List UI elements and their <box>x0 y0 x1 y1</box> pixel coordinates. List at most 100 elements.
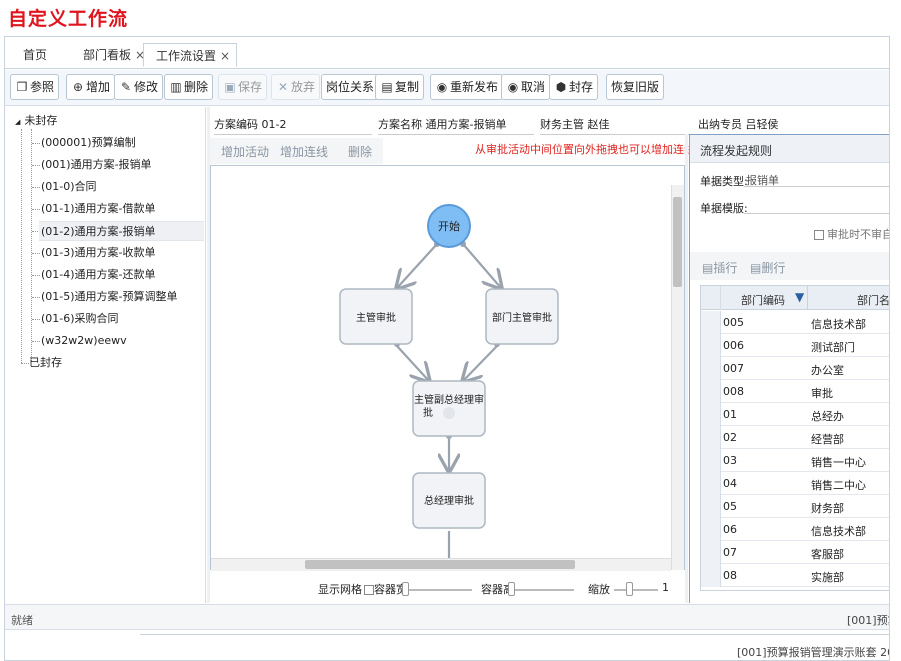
grid-toolbar: ▤插行 ▤删行 <box>690 252 889 280</box>
column-header-dept-name[interactable]: 部门名称 <box>857 292 889 308</box>
table-row[interactable]: 06 信息技术部 <box>701 518 889 541</box>
node-label: 总经理审批 <box>424 494 474 507</box>
start-node[interactable]: 开始 <box>427 204 471 248</box>
tree-item[interactable]: (000001)预算编制 <box>41 133 136 153</box>
tree-item[interactable]: (01-5)通用方案-预算调整单 <box>41 287 178 307</box>
tree-connector <box>32 297 40 298</box>
table-row[interactable]: 05 财务部 <box>701 495 889 518</box>
toolbar-button-9[interactable]: ◉ 取消 <box>501 74 551 100</box>
flow-edge[interactable] <box>463 345 498 381</box>
insert-row-button[interactable]: ▤插行 <box>702 259 737 276</box>
toolbar-button-8[interactable]: ◉ 重新发布 <box>430 74 504 100</box>
archive-icon: ⬢ <box>555 80 567 94</box>
node-label: 主管审批 <box>356 311 396 324</box>
approval-node-a[interactable]: 主管审批 <box>339 288 413 345</box>
toolbar-button-2[interactable]: ✎ 修改 <box>114 74 164 100</box>
delete-row-button[interactable]: ▤删行 <box>750 259 785 276</box>
show-grid-checkbox[interactable] <box>364 585 374 595</box>
show-grid-toggle[interactable]: 显示网格 <box>318 581 374 597</box>
status-bar: 就绪 [001]预算 <box>5 604 889 630</box>
finance-head: 财务主管 赵佳 <box>540 116 690 135</box>
tree-node-sealed[interactable]: 已封存 <box>29 353 62 373</box>
approval-node-c[interactable]: 主管副总经理审批 <box>412 380 486 437</box>
doc-template-field[interactable] <box>744 196 889 214</box>
tree-item[interactable]: (001)通用方案-报销单 <box>41 155 152 175</box>
table-row[interactable]: 04 销售二中心 <box>701 472 889 495</box>
column-header-dept-code[interactable]: 部门编码 <box>741 292 785 308</box>
tree-item[interactable]: (01-6)采购合同 <box>41 309 119 329</box>
container-width-slider[interactable] <box>402 589 472 591</box>
doc-type-label: 单据类型: <box>700 175 748 188</box>
tab-home[interactable]: 首页 <box>21 45 49 69</box>
toolbar-button-1[interactable]: ⊕ 增加 <box>66 74 116 100</box>
cell-dept-name: 测试部门 <box>811 341 855 354</box>
toolbar-button-11[interactable]: 恢复旧版 <box>606 74 665 100</box>
row-number-cell <box>701 426 721 449</box>
row-number-cell <box>701 518 721 541</box>
toolbar-button-6[interactable]: 岗位关系 <box>321 74 380 100</box>
tree-item[interactable]: (01-0)合同 <box>41 177 97 197</box>
add-link-button[interactable]: 增加连线 <box>280 143 328 160</box>
filter-icon[interactable]: ▼ <box>795 290 804 304</box>
toolbar-button-label: 岗位关系 <box>326 80 375 94</box>
tree-item[interactable]: (01-4)通用方案-还款单 <box>41 265 156 285</box>
toolbar-button-5[interactable]: ✕ 放弃 <box>271 74 321 100</box>
slider-knob[interactable] <box>508 582 515 596</box>
toolbar-button-4[interactable]: ▣ 保存 <box>218 74 268 100</box>
publish-icon: ◉ <box>436 80 448 94</box>
toolbar-button-label: 封存 <box>569 80 594 94</box>
table-row[interactable]: 07 客服部 <box>701 541 889 564</box>
footer-account: [001]预算报销管理演示账套 2017- <box>737 646 889 659</box>
node-center-handle[interactable] <box>443 407 455 419</box>
flow-canvas[interactable]: 开始 主管审批 部门主管审批 主管副总经理审批 总经理审批 <box>210 165 685 570</box>
tab-dept-board[interactable]: 部门看板 × <box>81 45 147 69</box>
slider-knob[interactable] <box>626 582 633 596</box>
splitter[interactable] <box>685 134 688 603</box>
container-height-slider[interactable] <box>508 589 574 591</box>
table-row[interactable]: 005 信息技术部 <box>701 311 889 334</box>
approval-node-b[interactable]: 部门主管审批 <box>485 288 559 345</box>
flow-edge[interactable] <box>462 243 501 288</box>
row-number-cell <box>701 380 721 403</box>
expand-icon[interactable]: ◢ <box>15 118 20 126</box>
table-row[interactable]: 08 实施部 <box>701 564 889 587</box>
self-approve-checkbox[interactable] <box>814 230 824 240</box>
toolbar-button-3[interactable]: ▥ 删除 <box>164 74 214 100</box>
tree-item[interactable]: (01-1)通用方案-借款单 <box>41 199 156 219</box>
close-icon[interactable]: × <box>220 49 230 63</box>
table-row[interactable]: 03 销售一中心 <box>701 449 889 472</box>
self-approve-option[interactable]: 审批时不审自己的 <box>814 226 889 242</box>
cell-dept-name: 信息技术部 <box>811 525 866 538</box>
table-row[interactable]: 007 办公室 <box>701 357 889 380</box>
delete-node-button[interactable]: 删除 <box>348 143 372 160</box>
tree-item[interactable]: (w32w2w)eewv <box>41 331 127 351</box>
tree-connector <box>31 129 32 361</box>
table-row[interactable]: 008 审批 <box>701 380 889 403</box>
tree-item[interactable]: (01-2)通用方案-报销单 <box>39 221 204 241</box>
add-activity-button[interactable]: 增加活动 <box>221 143 269 160</box>
tree-node-unsealed[interactable]: ◢ 未封存 <box>15 111 57 131</box>
table-row[interactable]: 006 测试部门 <box>701 334 889 357</box>
zoom-slider[interactable] <box>614 589 658 591</box>
slider-knob[interactable] <box>402 582 409 596</box>
toolbar-button-0[interactable]: ❐ 参照 <box>10 74 60 100</box>
scrollbar-thumb[interactable] <box>673 197 682 287</box>
table-row[interactable]: 02 经营部 <box>701 426 889 449</box>
doc-type-field[interactable]: 报销单 <box>744 169 889 187</box>
scheme-tree: ◢ 未封存 (000001)预算编制 (001)通用方案-报销单 (01-0)合同 (0… <box>5 107 206 603</box>
row-number-cell <box>701 403 721 426</box>
table-row[interactable]: 01 总经办 <box>701 403 889 426</box>
tree-connector <box>32 209 40 210</box>
scrollbar-thumb[interactable] <box>305 560 575 569</box>
scheme-code: 方案编码 01-2 <box>214 116 372 135</box>
delete-row-icon: ▤ <box>750 261 762 275</box>
toolbar-button-10[interactable]: ⬢ 封存 <box>549 74 599 100</box>
tree-item[interactable]: (01-3)通用方案-收款单 <box>41 243 156 263</box>
flow-edge[interactable] <box>397 243 438 288</box>
insert-row-icon: ▤ <box>702 261 714 275</box>
tab-workflow-settings[interactable]: 工作流设置 × <box>143 43 238 67</box>
approval-node-d[interactable]: 总经理审批 <box>412 472 486 529</box>
app-window: 首页 部门看板 × 工作流设置 × ❐ 参照 ⊕ 增加 ✎ 修改 ▥ 删除 ▣ 保存 ✕ 放弃 岗位关系 ▤ 复… <box>4 36 890 661</box>
toolbar-button-7[interactable]: ▤ 复制 <box>375 74 425 100</box>
flow-edge[interactable] <box>396 345 429 381</box>
